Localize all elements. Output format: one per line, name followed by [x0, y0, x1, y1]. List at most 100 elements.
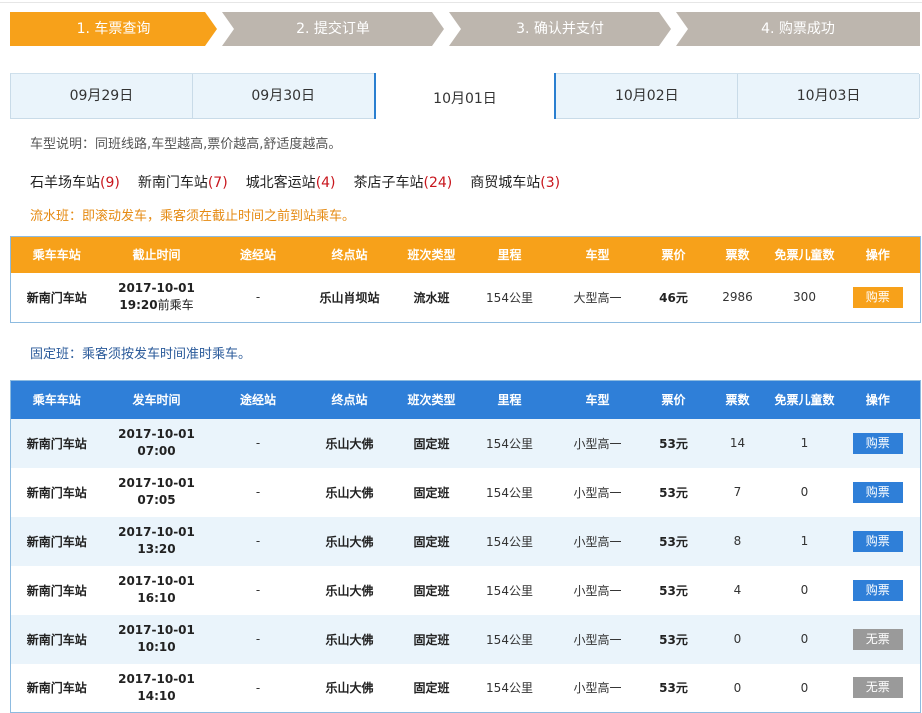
action-cell: 无票	[835, 614, 921, 664]
departure-clock: 07:00	[103, 443, 211, 460]
boarding-station: 新南门车站	[10, 272, 103, 323]
station-name: 商贸城车站	[470, 175, 541, 191]
departure-clock: 19:20前乘车	[103, 297, 211, 314]
clock-value: 10:10	[137, 640, 176, 654]
column-header: 乘车车站	[10, 380, 103, 419]
station-count: (9)	[100, 175, 120, 191]
column-header: 截止时间	[102, 236, 211, 273]
sold-out-button[interactable]: 无票	[852, 628, 903, 650]
tickets-left: 4	[701, 565, 774, 615]
buy-ticket-button[interactable]: 购票	[852, 579, 903, 601]
flow-schedule-table: 乘车车站 截止时间 途经站 终点站 班次类型 里程 车型 票价 票数 免票儿童数 操作 新南门车站 2…	[10, 236, 921, 323]
tickets-left: 14	[701, 418, 774, 468]
column-header: 票数	[701, 236, 774, 273]
column-header: 终点站	[305, 236, 394, 273]
column-header: 操作	[835, 236, 921, 273]
date-tab[interactable]: 09月29日	[11, 74, 193, 118]
step-label: 1. 车票查询	[76, 21, 151, 37]
station-count: (4)	[315, 175, 336, 191]
buy-ticket-button[interactable]: 购票	[852, 432, 903, 454]
ticket-price: 53元	[645, 565, 702, 615]
station-link[interactable]: 新南门车站(7)	[138, 175, 228, 191]
station-filter: 石羊场车站(9) 新南门车站(7) 城北客运站(4) 茶店子车站(24) 商贸城车站(3…	[30, 172, 578, 192]
tickets-left: 2986	[701, 272, 774, 323]
station-count: (24)	[423, 175, 453, 191]
free-children: 0	[773, 565, 836, 615]
station-link[interactable]: 茶店子车站(24)	[354, 175, 453, 191]
bus-type: 大型高一	[549, 272, 646, 323]
service-type: 固定班	[393, 516, 470, 566]
step-label: 4. 购票成功	[761, 21, 835, 37]
step-4: 4. 购票成功	[676, 12, 920, 46]
step-label: 2. 提交订单	[296, 21, 370, 37]
destination: 乐山大佛	[305, 565, 394, 615]
departure-time: 2017-10-01 13:20	[102, 516, 211, 566]
clock-value: 16:10	[137, 591, 176, 605]
column-header: 途经站	[210, 380, 306, 419]
clock-value: 13:20	[137, 542, 176, 556]
ticket-price: 46元	[645, 272, 702, 323]
station-link[interactable]: 城北客运站(4)	[246, 175, 336, 191]
column-header: 里程	[469, 380, 550, 419]
free-children: 0	[773, 663, 836, 713]
boarding-station: 新南门车站	[10, 663, 103, 713]
buy-ticket-button[interactable]: 购票	[852, 530, 903, 552]
action-cell: 购票	[835, 272, 921, 323]
table-row: 新南门车站 2017-10-01 07:00 - 乐山大佛 固定班 154公里 小型高一 53元…	[10, 418, 921, 468]
buy-ticket-button[interactable]: 购票	[852, 481, 903, 503]
boarding-station: 新南门车站	[10, 614, 103, 664]
free-children: 300	[773, 272, 836, 323]
bus-type: 小型高一	[549, 418, 646, 468]
via-stations: -	[210, 418, 306, 468]
date-tab[interactable]: 10月01日	[373, 73, 557, 119]
column-header: 乘车车站	[10, 236, 103, 273]
ticket-price: 53元	[645, 614, 702, 664]
station-link[interactable]: 商贸城车站(3)	[470, 175, 560, 191]
station-link[interactable]: 石羊场车站(9)	[30, 175, 120, 191]
service-type: 固定班	[393, 565, 470, 615]
column-header: 免票儿童数	[773, 236, 836, 273]
bus-type: 小型高一	[549, 565, 646, 615]
step-3: 3. 确认并支付	[449, 12, 671, 46]
departure-clock: 10:10	[103, 639, 211, 656]
sold-out-button[interactable]: 无票	[852, 677, 903, 699]
table-row: 新南门车站 2017-10-01 14:10 - 乐山大佛 固定班 154公里 小型高一 53元…	[10, 663, 921, 713]
tickets-left: 0	[701, 663, 774, 713]
departure-date: 2017-10-01	[118, 671, 195, 686]
free-children: 0	[773, 467, 836, 517]
destination: 乐山大佛	[305, 614, 394, 664]
destination: 乐山肖坝站	[305, 272, 394, 323]
service-type: 固定班	[393, 614, 470, 664]
flow-bus-note: 流水班：即滚动发车，乘客须在截止时间之前到站乘车。	[30, 209, 356, 224]
clock-value: 19:20	[119, 298, 158, 313]
departure-date: 2017-10-01	[118, 525, 195, 539]
column-header: 班次类型	[393, 380, 470, 419]
buy-ticket-button[interactable]: 购票	[852, 286, 903, 308]
column-header: 途经站	[210, 236, 306, 273]
station-count: (7)	[207, 175, 228, 191]
via-stations: -	[210, 614, 306, 664]
station-name: 石羊场车站	[30, 175, 100, 191]
bus-type-note: 车型说明：同班线路,车型越高,票价越高,舒适度越高。	[30, 137, 342, 152]
column-header: 发车时间	[102, 380, 211, 419]
free-children: 1	[773, 516, 836, 566]
column-header: 票数	[701, 380, 774, 419]
date-tab[interactable]: 10月02日	[556, 74, 739, 118]
column-header: 操作	[835, 380, 921, 419]
date-tab[interactable]: 09月30日	[192, 74, 375, 118]
action-cell: 购票	[835, 516, 921, 566]
service-type: 固定班	[393, 418, 470, 468]
column-header: 票价	[645, 380, 702, 419]
clock-value: 14:10	[137, 688, 176, 703]
column-header: 班次类型	[393, 236, 470, 273]
progress-steps: 1. 车票查询 2. 提交订单 3. 确认并支付 4. 购票成功	[10, 12, 920, 46]
departure-time: 2017-10-01 16:10	[102, 565, 211, 615]
via-stations: -	[210, 272, 306, 323]
departure-date: 2017-10-01	[118, 427, 195, 441]
step-label: 3. 确认并支付	[516, 21, 604, 37]
free-children: 0	[773, 614, 836, 664]
date-tab[interactable]: 10月03日	[738, 74, 920, 118]
table-row: 新南门车站 2017-10-01 16:10 - 乐山大佛 固定班 154公里 小型高一 53元…	[10, 565, 921, 615]
destination: 乐山大佛	[305, 418, 394, 468]
column-header: 里程	[469, 236, 550, 273]
